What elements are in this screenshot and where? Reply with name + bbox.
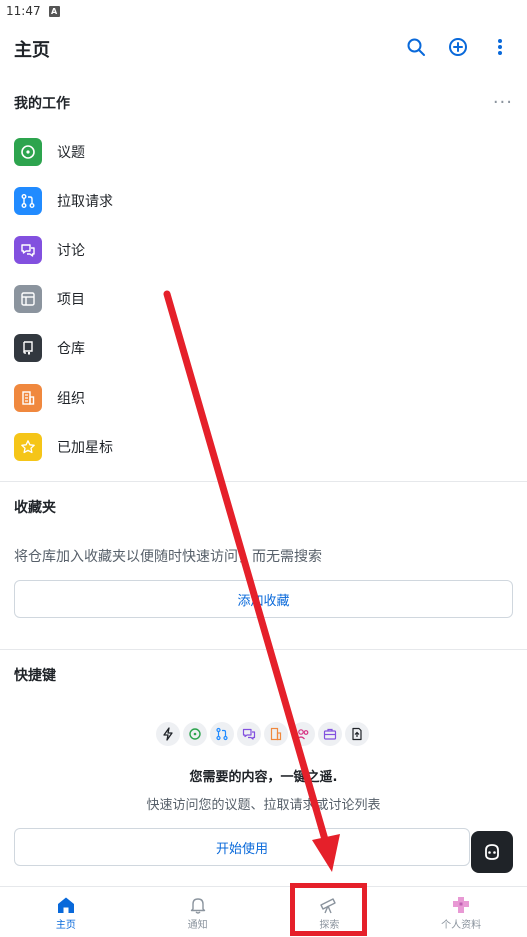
- work-item-pull-requests[interactable]: 拉取请求: [0, 176, 527, 225]
- nav-notifications[interactable]: 通知: [132, 887, 264, 937]
- my-work-more-button[interactable]: ···: [493, 92, 513, 113]
- page-title: 主页: [14, 40, 50, 61]
- work-item-label: 讨论: [57, 242, 85, 259]
- nav-label: 主页: [55, 919, 76, 931]
- shortcuts-description: 快速访问您的议题、拉取请求或讨论列表: [146, 798, 381, 813]
- shortcuts-title: 快捷键: [14, 668, 56, 684]
- work-item-label: 项目: [57, 292, 85, 309]
- pull-request-icon: [14, 186, 42, 215]
- lightning-icon: [156, 722, 180, 746]
- briefcase-icon: [318, 722, 342, 746]
- section-divider: [0, 649, 527, 650]
- star-icon: [14, 432, 42, 461]
- pull-request-icon: [210, 722, 234, 746]
- nav-home[interactable]: 主页: [0, 887, 132, 937]
- annotation-highlight-box: [290, 883, 367, 936]
- create-button[interactable]: [445, 34, 471, 60]
- app-bar: 主页: [0, 30, 527, 68]
- overflow-menu-button[interactable]: [487, 34, 513, 60]
- people-icon: [291, 722, 315, 746]
- work-item-label: 仓库: [57, 341, 85, 358]
- nav-profile[interactable]: 个人资料: [395, 887, 527, 937]
- work-item-organizations[interactable]: 组织: [0, 373, 527, 422]
- work-item-label: 拉取请求: [57, 193, 113, 210]
- shortcut-icons-row: [156, 722, 369, 746]
- bell-icon: [190, 897, 205, 914]
- notification-a-icon: A: [48, 5, 60, 17]
- nav-label: 通知: [187, 919, 208, 931]
- bottom-navigation: 主页 通知 探索 个人资料: [0, 886, 527, 937]
- work-item-discussions[interactable]: 讨论: [0, 225, 527, 274]
- app-bar-actions: [403, 34, 513, 60]
- work-item-label: 议题: [57, 144, 85, 161]
- discussion-icon: [14, 235, 42, 264]
- my-work-title: 我的工作: [14, 96, 70, 112]
- repo-icon: [14, 334, 42, 363]
- favorites-description: 将仓库加入收藏夹以便随时快速访问，而无需搜索: [14, 549, 322, 565]
- avatar-icon: [453, 896, 470, 913]
- work-item-projects[interactable]: 项目: [0, 275, 527, 324]
- search-button[interactable]: [403, 34, 429, 60]
- nav-label: 个人资料: [441, 919, 482, 931]
- shortcuts-heading: 您需要的内容，一键之遥.: [189, 770, 338, 785]
- issue-icon: [14, 137, 42, 166]
- project-icon: [14, 285, 42, 314]
- work-item-starred[interactable]: 已加星标: [0, 422, 527, 471]
- home-icon: [57, 897, 74, 913]
- issue-icon: [183, 722, 207, 746]
- my-work-list: 议题 拉取请求 讨论 项目 仓库 组织 已加星标: [0, 127, 527, 471]
- organization-icon: [14, 383, 42, 412]
- add-favorite-button[interactable]: 添加收藏: [14, 580, 513, 618]
- work-item-label: 已加星标: [57, 439, 113, 456]
- work-item-repositories[interactable]: 仓库: [0, 324, 527, 373]
- search-icon: [407, 38, 425, 56]
- discussion-icon: [237, 722, 261, 746]
- work-item-issues[interactable]: 议题: [0, 127, 527, 176]
- favorites-title: 收藏夹: [14, 500, 56, 516]
- status-bar: 11:47 A: [0, 0, 527, 22]
- plus-circle-icon: [449, 38, 467, 56]
- copilot-icon: [485, 844, 499, 860]
- work-item-label: 组织: [57, 390, 85, 407]
- get-started-button[interactable]: 开始使用: [14, 828, 470, 866]
- kebab-icon: [498, 39, 502, 55]
- file-upload-icon: [345, 722, 369, 746]
- status-time: 11:47: [6, 4, 41, 18]
- section-divider: [0, 481, 527, 482]
- copilot-button[interactable]: [471, 831, 513, 873]
- organization-icon: [264, 722, 288, 746]
